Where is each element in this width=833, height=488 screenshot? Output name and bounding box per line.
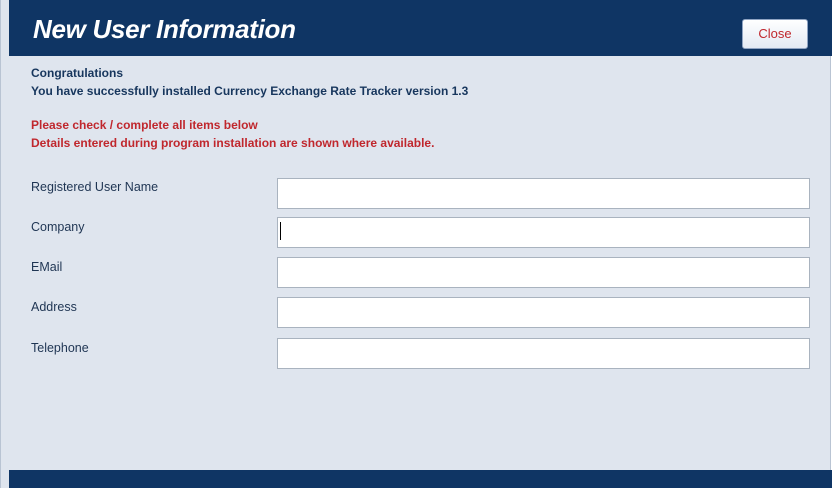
company-label: Company: [31, 220, 85, 234]
email-label: EMail: [31, 260, 63, 274]
email-input[interactable]: [277, 257, 810, 288]
address-label: Address: [31, 300, 77, 314]
install-success-message: You have successfully installed Currency…: [31, 84, 469, 98]
title-bar: New User Information: [9, 0, 832, 56]
check-items-warning: Please check / complete all items below: [31, 118, 258, 132]
footer-bar: [9, 470, 832, 488]
congratulations-heading: Congratulations: [31, 66, 123, 80]
details-note: Details entered during program installat…: [31, 136, 435, 150]
new-user-dialog: New User Information Close Congratulatio…: [0, 0, 832, 488]
close-button[interactable]: Close: [742, 19, 808, 49]
text-caret: [280, 222, 281, 240]
registered-user-name-label: Registered User Name: [31, 180, 159, 194]
telephone-input[interactable]: [277, 338, 810, 369]
window-left-edge: [1, 0, 9, 488]
address-input[interactable]: [277, 297, 810, 328]
company-input[interactable]: [277, 217, 810, 248]
registered-user-name-input[interactable]: [277, 178, 810, 209]
telephone-label: Telephone: [31, 341, 89, 355]
dialog-title: New User Information: [33, 14, 296, 44]
